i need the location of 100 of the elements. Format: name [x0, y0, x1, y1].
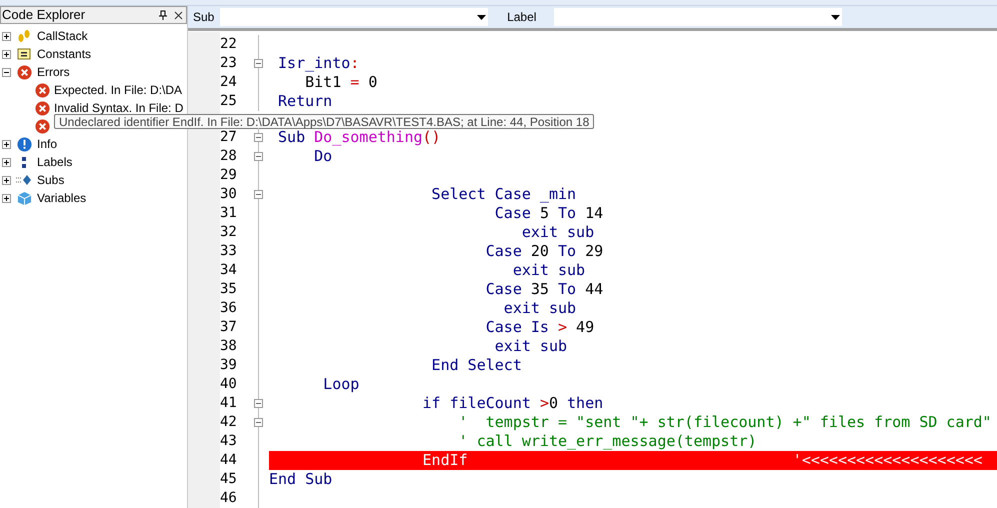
line-number: 35 [220, 280, 238, 299]
expand-icon[interactable] [2, 140, 11, 148]
code-token: () [422, 128, 441, 148]
collapse-icon[interactable] [2, 68, 11, 76]
info-icon [16, 136, 32, 152]
code-token: End Select [430, 355, 522, 376]
close-icon[interactable] [174, 10, 183, 20]
tree-item[interactable]: Info [37, 135, 58, 153]
line-number: 46 [220, 489, 238, 508]
footprints-icon [16, 29, 32, 43]
tree-item[interactable]: Variables [37, 189, 86, 207]
code-token: 0 [548, 393, 558, 414]
error-icon [35, 100, 50, 116]
code-token: exit sub [502, 298, 576, 320]
code-token: exit sub [512, 260, 586, 282]
tree-item[interactable]: Constants [37, 45, 92, 63]
colon-icon [21, 156, 27, 168]
code-token: exit sub [494, 336, 568, 358]
tree-item[interactable]: Errors [37, 63, 70, 81]
cube-icon [16, 190, 32, 206]
code-token: Case [484, 241, 523, 262]
line-number: 43 [220, 432, 238, 451]
expand-icon[interactable] [2, 50, 11, 58]
code-token: 49 [575, 317, 594, 338]
code-token: Case [494, 203, 532, 224]
code-token: ' call write_err_message(tempstr) [458, 431, 757, 452]
line-number: 45 [220, 470, 238, 489]
code-token: 44 [585, 279, 604, 300]
line-number: 37 [220, 318, 238, 337]
caret-icon [477, 14, 486, 20]
constant-icon [17, 48, 31, 60]
fold-icon[interactable] [254, 399, 263, 408]
line-number: 22 [220, 35, 238, 54]
tree-item[interactable]: Invalid Syntax. In File: D [54, 99, 184, 117]
code-token: Do [313, 146, 332, 168]
line-number: 29 [220, 166, 238, 185]
code-token: 35 [530, 279, 549, 300]
tree-item[interactable]: Expected. In File: D:\DA [54, 81, 182, 99]
code-token: > [540, 393, 549, 414]
code-token: exit sub [520, 222, 594, 244]
expand-icon[interactable] [2, 194, 11, 202]
code-token: 0 [367, 72, 378, 94]
line-number: 28 [220, 147, 238, 166]
line-number: 31 [220, 204, 238, 223]
panel-title: Code Explorer [2, 6, 86, 24]
expand-icon[interactable] [2, 158, 11, 166]
fold-icon[interactable] [254, 59, 263, 68]
line-number: 25 [220, 92, 238, 111]
code-token: Case Is [484, 317, 550, 338]
code-token: EndIf [422, 450, 468, 472]
line-number: 39 [220, 356, 238, 375]
error-icon [35, 118, 50, 134]
fold-icon[interactable] [254, 190, 263, 199]
code-token: Sub [278, 128, 306, 148]
line-number: 40 [220, 375, 238, 394]
fold-icon[interactable] [254, 418, 263, 427]
fold-icon[interactable] [254, 133, 263, 142]
code-token: if fileCount [422, 393, 532, 414]
line-number: 44 [220, 451, 238, 470]
code-token: Loop [322, 374, 360, 396]
code-token: Isr_into [277, 53, 350, 74]
expand-icon[interactable] [2, 176, 11, 184]
code-token: Do_something [314, 128, 423, 148]
fold-icon[interactable] [254, 152, 263, 161]
code-token: then [566, 393, 604, 414]
line-number: 34 [220, 261, 238, 280]
line-number: 33 [220, 242, 238, 261]
code-token: > [558, 317, 568, 338]
code-token: To [556, 241, 578, 262]
line-number: 23 [220, 54, 238, 73]
method-icon [16, 174, 32, 186]
code-token: End Sub [269, 469, 332, 490]
tree-item[interactable]: Subs [37, 171, 64, 189]
error-icon [35, 82, 50, 98]
label-label: Label [507, 9, 536, 26]
sub-label: Sub [193, 9, 214, 26]
line-number: 32 [220, 223, 238, 242]
tree-item[interactable]: CallStack [37, 27, 88, 45]
expand-icon[interactable] [2, 32, 11, 40]
code-token: 29 [585, 241, 604, 262]
line-number: 30 [220, 185, 238, 204]
line-number: 27 [220, 128, 238, 147]
tooltip: Undeclared identifier EndIf. In File: D:\DATA\Apps\D7\BASAVR\TEST4.BAS; at Line: 44, Position 18 [54, 114, 594, 129]
code-token: = [350, 72, 360, 94]
code-token: ' tempstr = "sent "+ str(filecount) +" files from SD card" [458, 412, 992, 434]
line-number: 41 [220, 394, 238, 413]
tree-item[interactable]: Labels [37, 153, 72, 171]
caret-icon [831, 14, 840, 20]
code-token: Bit1 [304, 72, 342, 94]
code-token: Return [277, 91, 332, 112]
line-number: 42 [220, 413, 238, 432]
code-token: To [556, 279, 578, 300]
line-number: 24 [220, 73, 238, 92]
code-token: 5 [540, 203, 549, 224]
pin-icon[interactable] [159, 10, 167, 20]
line-number: 36 [220, 299, 238, 318]
code-token: : [350, 53, 360, 74]
line-number: 38 [220, 337, 238, 356]
code-token: To [556, 203, 578, 224]
error-icon [16, 64, 32, 80]
